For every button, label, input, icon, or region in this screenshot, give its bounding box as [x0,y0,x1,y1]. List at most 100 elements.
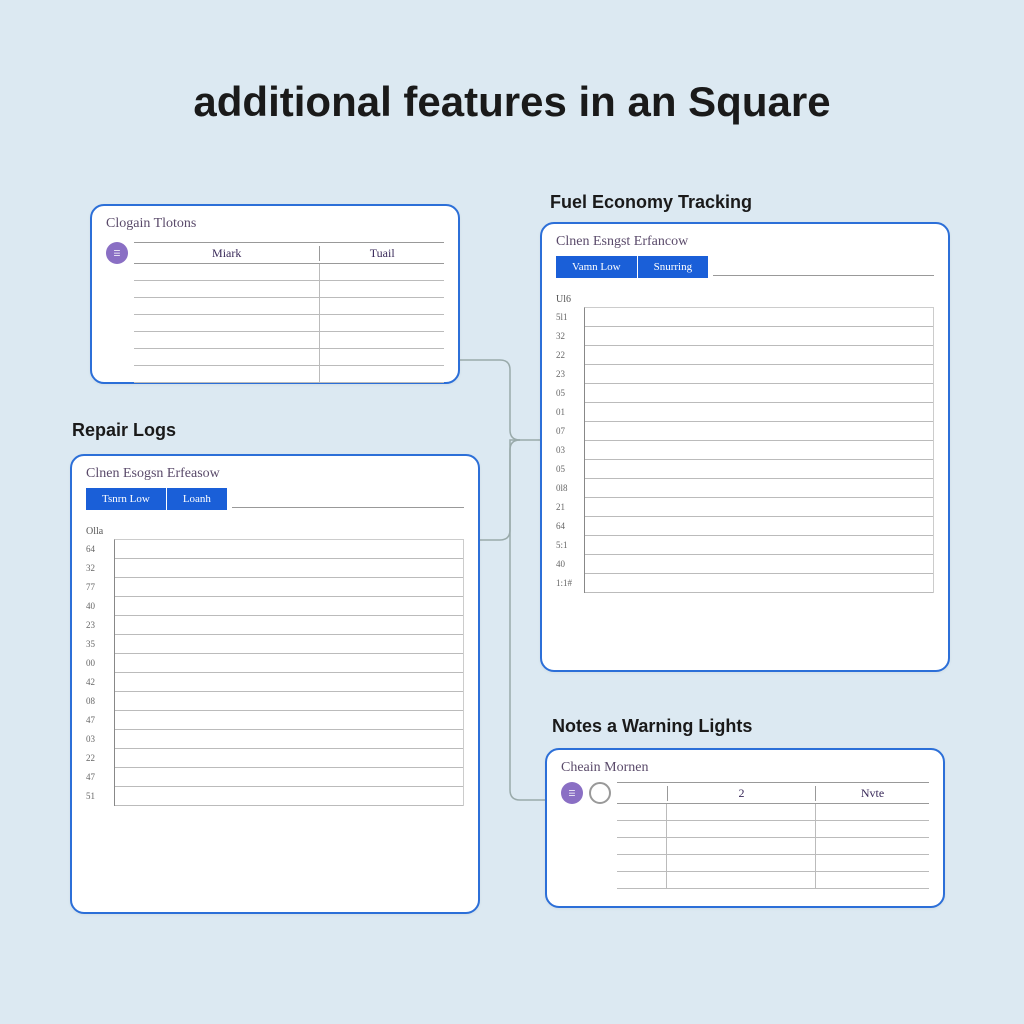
axis-tick: 35 [86,634,114,653]
grid-row [585,327,933,346]
axis-tick: 5:1 [556,535,584,554]
table-row [134,366,444,383]
axis-tick: 23 [556,364,584,383]
table-row [134,349,444,366]
grid-row [115,673,463,692]
table-header: 2 Nvte [617,782,929,804]
tabs: Tsnrn Low Loanh [86,488,464,510]
grid-row [585,403,933,422]
axis-tick: 05 [556,459,584,478]
grid-row [115,540,463,559]
col-header: Miark [134,246,319,261]
grid-row [115,635,463,654]
table-row [617,855,929,872]
grid-row [115,616,463,635]
axis-tick: 22 [556,345,584,364]
card-repair-logs: Clnen Esogsn Erfeasow Tsnrn Low Loanh Ol… [70,454,480,914]
grid-row [585,574,933,593]
grid-row [115,787,463,806]
grid-row [585,441,933,460]
axis-tick: 47 [86,767,114,786]
axis-tick: 22 [86,748,114,767]
axis-tick: 01 [556,402,584,421]
grid-row [585,308,933,327]
grid-row [585,365,933,384]
col-header: Nvte [815,786,929,801]
tab[interactable]: Vamn Low [556,256,638,278]
section-label-notes: Notes a Warning Lights [552,716,752,737]
grid-row [115,711,463,730]
axis-tick: 05 [556,383,584,402]
table-row [617,821,929,838]
table-row [134,332,444,349]
grid-row [585,536,933,555]
circle-icon [589,782,611,804]
grid-row [585,346,933,365]
tab[interactable]: Snurring [638,256,710,278]
axis-tick: 03 [86,729,114,748]
badge-icon: ☰ [106,242,128,264]
grid-row [115,768,463,787]
table-row [134,281,444,298]
axis-label: Olla [86,526,464,537]
axis-tick: 5l1 [556,307,584,326]
grid-row [115,654,463,673]
grid-row [585,422,933,441]
axis-tick: 08 [86,691,114,710]
y-axis: 5l132222305010703050l821645:1401:1# [556,307,584,593]
table-row [617,804,929,821]
y-axis: 6432774023350042084703224751 [86,539,114,806]
axis-tick: 64 [556,516,584,535]
grid-row [115,692,463,711]
tab[interactable]: Tsnrn Low [86,488,167,510]
axis-tick: 1:1# [556,573,584,592]
axis-tick: 77 [86,577,114,596]
grid-row [585,460,933,479]
axis-tick: 42 [86,672,114,691]
axis-tick: 64 [86,539,114,558]
grid-row [585,517,933,536]
card-title: Clnen Esngst Erfancow [556,234,934,250]
axis-label: Ul6 [556,294,934,305]
section-label-fuel: Fuel Economy Tracking [550,192,752,213]
card-title: Clnen Esogsn Erfeasow [86,466,464,482]
table-row [134,264,444,281]
axis-tick: 47 [86,710,114,729]
table-row [134,298,444,315]
tab[interactable]: Loanh [167,488,228,510]
table-body [617,804,929,889]
card-clogain: Clogain Tlotons ☰ Miark Tuail [90,204,460,384]
table-body [134,264,444,383]
grid-row [585,555,933,574]
grid-row [115,559,463,578]
grid-row [585,498,933,517]
section-label-repair: Repair Logs [72,420,176,441]
axis-tick: 23 [86,615,114,634]
grid-row [115,578,463,597]
tabs: Vamn Low Snurring [556,256,934,278]
table-row [617,872,929,889]
card-title: Cheain Mornen [561,760,929,776]
card-fuel-economy: Clnen Esngst Erfancow Vamn Low Snurring … [540,222,950,672]
grid-row [115,597,463,616]
col-header: 2 [667,786,815,801]
grid-row [585,384,933,403]
axis-tick: 40 [86,596,114,615]
table-row [134,315,444,332]
axis-tick: 32 [86,558,114,577]
axis-tick: 0l8 [556,478,584,497]
axis-tick: 51 [86,786,114,805]
table-row [617,838,929,855]
card-notes-warning: Cheain Mornen ☰ 2 Nvte [545,748,945,908]
axis-tick: 07 [556,421,584,440]
grid-row [585,479,933,498]
grid-area [114,539,464,806]
axis-tick: 00 [86,653,114,672]
axis-tick: 03 [556,440,584,459]
table-header: Miark Tuail [134,242,444,264]
axis-tick: 21 [556,497,584,516]
grid-row [115,730,463,749]
grid-row [115,749,463,768]
card-title: Clogain Tlotons [106,216,196,232]
col-header: Tuail [319,246,444,261]
